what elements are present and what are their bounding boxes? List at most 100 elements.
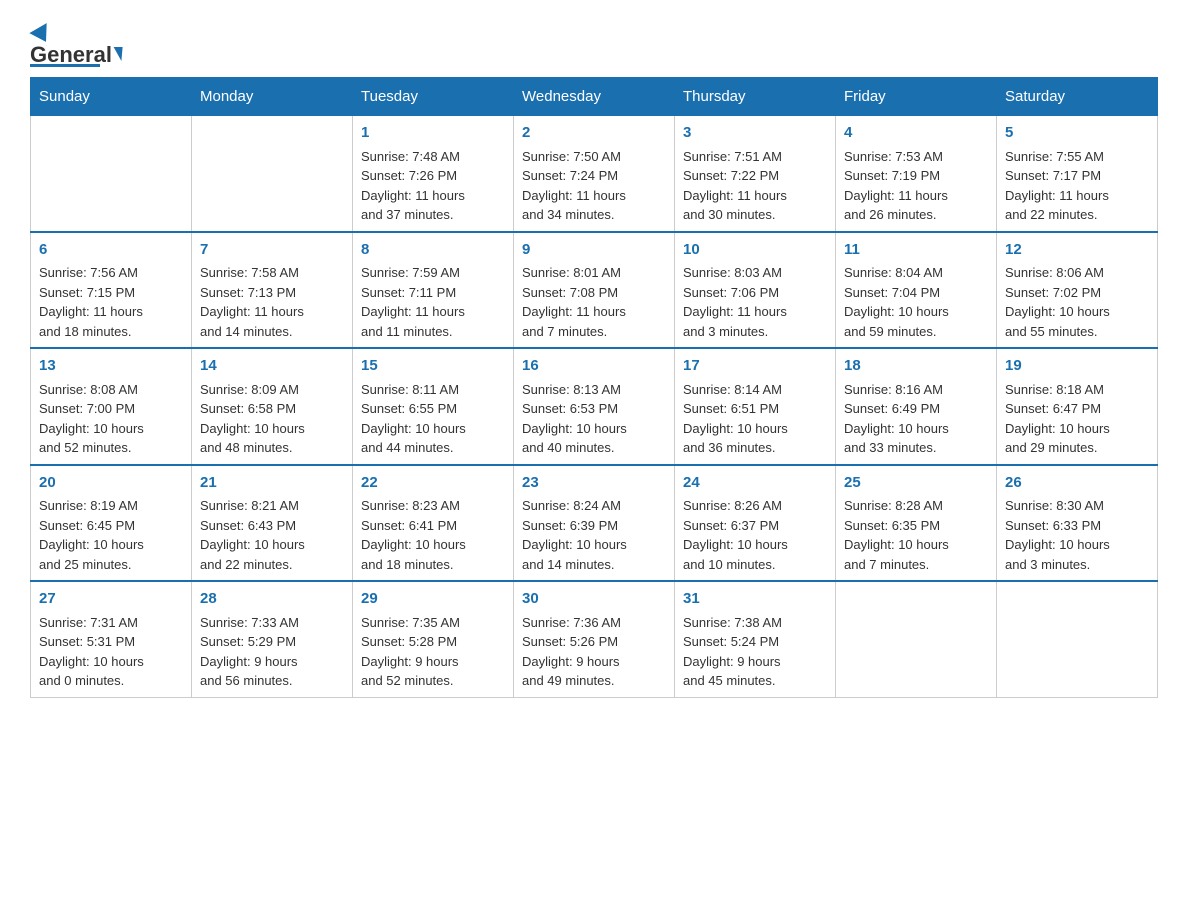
calendar-header-thursday: Thursday [675,78,836,116]
calendar-cell: 23 Sunrise: 8:24 AMSunset: 6:39 PMDayligh… [514,465,675,582]
calendar-cell: 13 Sunrise: 8:08 AMSunset: 7:00 PMDayligh… [31,348,192,465]
logo-underline [30,64,100,67]
calendar-header-row: SundayMondayTuesdayWednesdayThursdayFrid… [31,78,1158,116]
calendar-header-friday: Friday [836,78,997,116]
calendar-cell: 10 Sunrise: 8:03 AMSunset: 7:06 PMDayligh… [675,232,836,349]
day-number: 27 [39,588,183,611]
calendar-cell: 12Sunrise: 8:06 AMSunset: 7:02 PMDayligh… [997,232,1158,349]
day-info: Sunrise: 8:21 AMSunset: 6:43 PMDaylight:… [200,498,305,572]
day-number: 9 [522,239,666,262]
day-number: 4 [844,122,988,145]
day-info: Sunrise: 7:51 AMSunset: 7:22 PMDaylight:… [683,149,787,223]
day-number: 5 [1005,122,1149,145]
calendar-cell: 15 Sunrise: 8:11 AMSunset: 6:55 PMDayligh… [353,348,514,465]
calendar-cell: 6Sunrise: 7:56 AMSunset: 7:15 PMDaylight… [31,232,192,349]
day-info: Sunrise: 8:19 AMSunset: 6:45 PMDaylight:… [39,498,144,572]
day-number: 31 [683,588,827,611]
day-number: 29 [361,588,505,611]
day-info: Sunrise: 8:01 AMSunset: 7:08 PMDaylight:… [522,265,626,339]
day-number: 2 [522,122,666,145]
calendar-header-tuesday: Tuesday [353,78,514,116]
day-info: Sunrise: 8:03 AMSunset: 7:06 PMDaylight:… [683,265,787,339]
calendar-header-saturday: Saturday [997,78,1158,116]
calendar-cell [31,116,192,232]
calendar-week-5: 27 Sunrise: 7:31 AMSunset: 5:31 PMDayligh… [31,581,1158,697]
day-info: Sunrise: 8:28 AMSunset: 6:35 PMDaylight:… [844,498,949,572]
calendar-cell: 2 Sunrise: 7:50 AMSunset: 7:24 PMDaylight… [514,116,675,232]
day-number: 24 [683,472,827,495]
day-number: 30 [522,588,666,611]
day-info: Sunrise: 7:38 AMSunset: 5:24 PMDaylight:… [683,615,782,689]
calendar-cell [836,581,997,697]
calendar-cell: 7Sunrise: 7:58 AMSunset: 7:13 PMDaylight… [192,232,353,349]
calendar-cell: 19 Sunrise: 8:18 AMSunset: 6:47 PMDayligh… [997,348,1158,465]
day-info: Sunrise: 7:31 AMSunset: 5:31 PMDaylight:… [39,615,144,689]
calendar-cell: 4Sunrise: 7:53 AMSunset: 7:19 PMDaylight… [836,116,997,232]
day-info: Sunrise: 8:16 AMSunset: 6:49 PMDaylight:… [844,382,949,456]
calendar-cell: 25 Sunrise: 8:28 AMSunset: 6:35 PMDayligh… [836,465,997,582]
day-info: Sunrise: 8:04 AMSunset: 7:04 PMDaylight:… [844,265,949,339]
day-info: Sunrise: 7:33 AMSunset: 5:29 PMDaylight:… [200,615,299,689]
calendar-cell: 18 Sunrise: 8:16 AMSunset: 6:49 PMDayligh… [836,348,997,465]
calendar-cell: 27 Sunrise: 7:31 AMSunset: 5:31 PMDayligh… [31,581,192,697]
calendar-cell: 17Sunrise: 8:14 AMSunset: 6:51 PMDayligh… [675,348,836,465]
calendar-cell: 26 Sunrise: 8:30 AMSunset: 6:33 PMDayligh… [997,465,1158,582]
calendar-cell: 30 Sunrise: 7:36 AMSunset: 5:26 PMDayligh… [514,581,675,697]
calendar-cell: 28 Sunrise: 7:33 AMSunset: 5:29 PMDayligh… [192,581,353,697]
day-info: Sunrise: 8:18 AMSunset: 6:47 PMDaylight:… [1005,382,1110,456]
day-number: 16 [522,355,666,378]
day-number: 7 [200,239,344,262]
day-info: Sunrise: 8:13 AMSunset: 6:53 PMDaylight:… [522,382,627,456]
calendar-cell: 22 Sunrise: 8:23 AMSunset: 6:41 PMDayligh… [353,465,514,582]
calendar-week-4: 20 Sunrise: 8:19 AMSunset: 6:45 PMDayligh… [31,465,1158,582]
calendar-cell: 24 Sunrise: 8:26 AMSunset: 6:37 PMDayligh… [675,465,836,582]
day-number: 8 [361,239,505,262]
day-info: Sunrise: 7:50 AMSunset: 7:24 PMDaylight:… [522,149,626,223]
calendar-week-2: 6Sunrise: 7:56 AMSunset: 7:15 PMDaylight… [31,232,1158,349]
calendar-cell: 20 Sunrise: 8:19 AMSunset: 6:45 PMDayligh… [31,465,192,582]
day-info: Sunrise: 8:09 AMSunset: 6:58 PMDaylight:… [200,382,305,456]
day-info: Sunrise: 8:23 AMSunset: 6:41 PMDaylight:… [361,498,466,572]
calendar-week-3: 13 Sunrise: 8:08 AMSunset: 7:00 PMDayligh… [31,348,1158,465]
logo: General [30,20,122,67]
calendar-cell [997,581,1158,697]
calendar-header-monday: Monday [192,78,353,116]
day-info: Sunrise: 8:30 AMSunset: 6:33 PMDaylight:… [1005,498,1110,572]
day-info: Sunrise: 7:48 AMSunset: 7:26 PMDaylight:… [361,149,465,223]
page-header: General [30,20,1158,67]
calendar-table: SundayMondayTuesdayWednesdayThursdayFrid… [30,77,1158,698]
day-info: Sunrise: 8:08 AMSunset: 7:00 PMDaylight:… [39,382,144,456]
calendar-cell: 5Sunrise: 7:55 AMSunset: 7:17 PMDaylight… [997,116,1158,232]
day-number: 25 [844,472,988,495]
calendar-header-sunday: Sunday [31,78,192,116]
day-number: 26 [1005,472,1149,495]
day-info: Sunrise: 8:24 AMSunset: 6:39 PMDaylight:… [522,498,627,572]
day-number: 18 [844,355,988,378]
day-number: 13 [39,355,183,378]
calendar-cell: 21 Sunrise: 8:21 AMSunset: 6:43 PMDayligh… [192,465,353,582]
logo-arrow-icon [112,47,122,61]
day-number: 20 [39,472,183,495]
day-number: 21 [200,472,344,495]
calendar-cell: 8 Sunrise: 7:59 AMSunset: 7:11 PMDaylight… [353,232,514,349]
day-info: Sunrise: 8:26 AMSunset: 6:37 PMDaylight:… [683,498,788,572]
calendar-header-wednesday: Wednesday [514,78,675,116]
day-number: 23 [522,472,666,495]
day-info: Sunrise: 8:11 AMSunset: 6:55 PMDaylight:… [361,382,466,456]
calendar-cell: 1 Sunrise: 7:48 AMSunset: 7:26 PMDaylight… [353,116,514,232]
day-number: 10 [683,239,827,262]
day-number: 1 [361,122,505,145]
calendar-cell [192,116,353,232]
day-info: Sunrise: 7:56 AMSunset: 7:15 PMDaylight:… [39,265,143,339]
day-info: Sunrise: 7:35 AMSunset: 5:28 PMDaylight:… [361,615,460,689]
day-info: Sunrise: 7:59 AMSunset: 7:11 PMDaylight:… [361,265,465,339]
calendar-cell: 16 Sunrise: 8:13 AMSunset: 6:53 PMDayligh… [514,348,675,465]
day-info: Sunrise: 7:36 AMSunset: 5:26 PMDaylight:… [522,615,621,689]
day-number: 19 [1005,355,1149,378]
day-number: 14 [200,355,344,378]
day-number: 22 [361,472,505,495]
calendar-cell: 9 Sunrise: 8:01 AMSunset: 7:08 PMDaylight… [514,232,675,349]
day-number: 15 [361,355,505,378]
day-number: 28 [200,588,344,611]
calendar-week-1: 1 Sunrise: 7:48 AMSunset: 7:26 PMDaylight… [31,116,1158,232]
